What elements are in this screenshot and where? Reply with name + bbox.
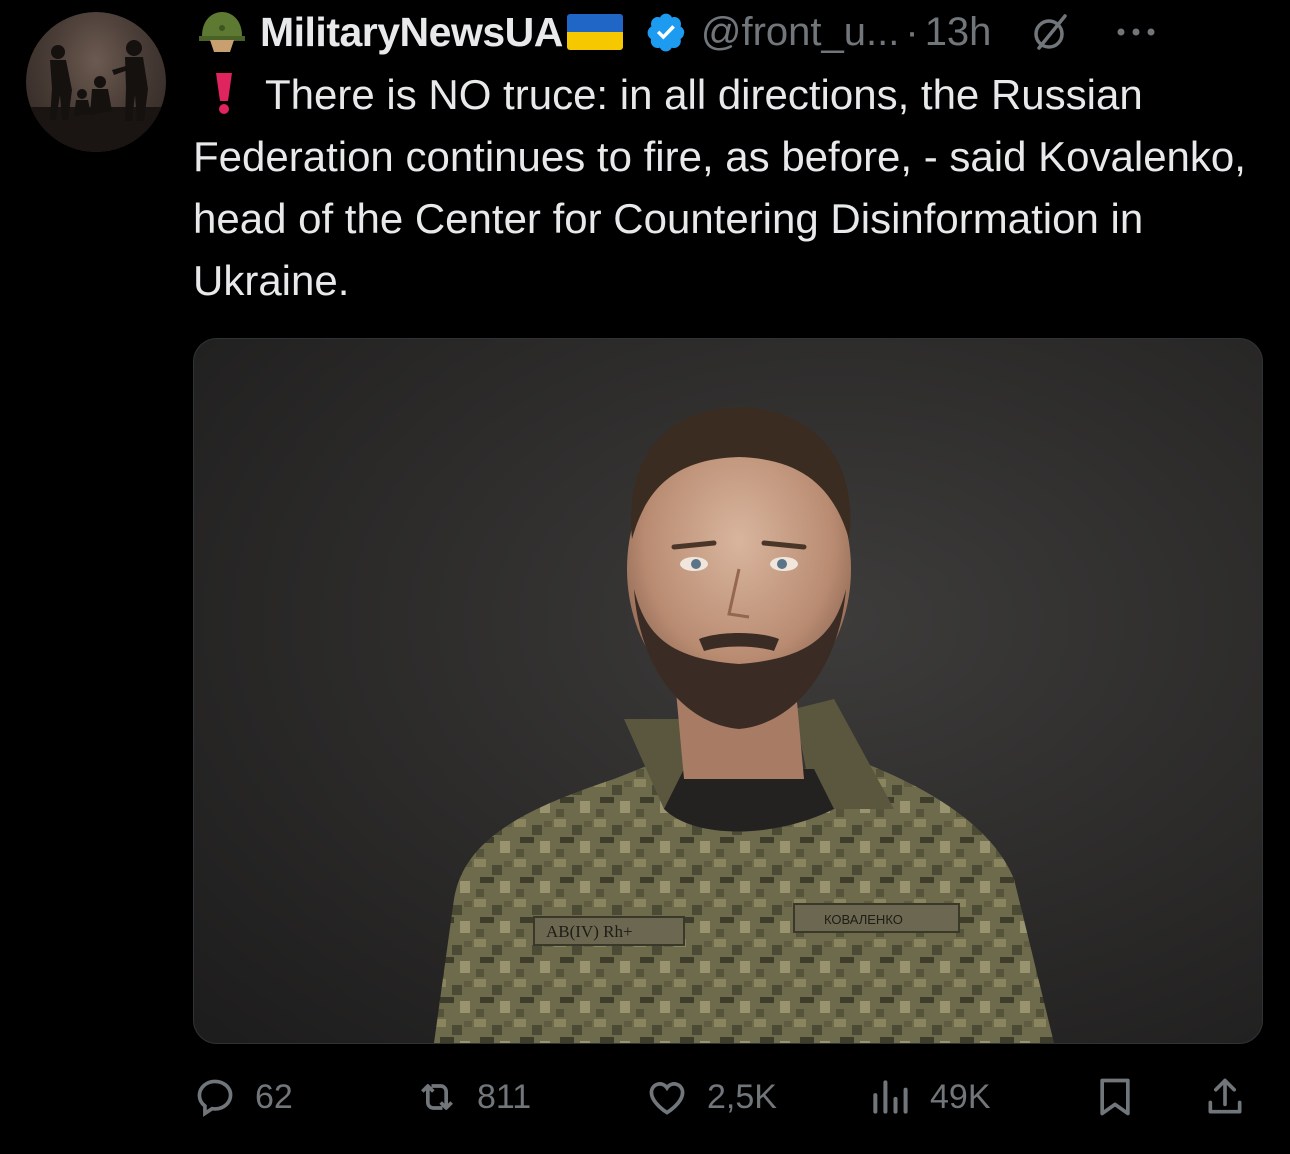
- reply-count: 62: [255, 1077, 293, 1116]
- views-count: 49K: [930, 1077, 991, 1116]
- tweet-actions-bar: 62 811 2,5K 49K: [193, 1070, 1263, 1124]
- portrait-photo: AB(IV) Rh+ КОВАЛЕНКО: [434, 407, 1054, 1043]
- repost-icon: [421, 1084, 453, 1110]
- reply-icon: [197, 1079, 233, 1117]
- like-button[interactable]: 2,5K: [645, 1070, 777, 1124]
- military-helmet-emoji: [199, 12, 245, 52]
- share-button[interactable]: [1203, 1070, 1247, 1124]
- reply-button[interactable]: 62: [193, 1070, 293, 1124]
- red-exclamation-emoji: [216, 73, 232, 114]
- tweet-photo[interactable]: AB(IV) Rh+ КОВАЛЕНКО: [193, 338, 1263, 1044]
- repost-count: 811: [477, 1077, 532, 1116]
- tweet-body: There is NO truce: in all directions, th…: [193, 71, 1246, 304]
- name-patch-text: КОВАЛЕНКО: [824, 912, 903, 927]
- like-count: 2,5K: [707, 1077, 777, 1116]
- heart-icon: [649, 1082, 685, 1115]
- handle[interactable]: @front_u...: [701, 10, 899, 55]
- verified-badge-icon: [647, 13, 685, 52]
- tweet-header: MilitaryNewsUA @front_u... · 13h: [196, 4, 1270, 60]
- views-button[interactable]: 49K: [868, 1070, 991, 1124]
- blood-type-patch-text: AB(IV) Rh+: [546, 922, 633, 941]
- avatar[interactable]: [26, 12, 166, 152]
- more-dots-icon[interactable]: [1113, 12, 1159, 52]
- share-icon: [1208, 1078, 1242, 1114]
- bookmark-icon: [1100, 1078, 1130, 1116]
- timestamp[interactable]: 13h: [925, 10, 992, 55]
- avatar-soldiers-silhouette: [26, 40, 166, 152]
- ukraine-flag-emoji: [566, 14, 623, 50]
- views-icon: [873, 1080, 908, 1114]
- separator-dot: ·: [905, 9, 919, 54]
- repost-button[interactable]: 811: [415, 1070, 531, 1124]
- tweet-text: There is NO truce: in all directions, th…: [193, 64, 1273, 312]
- bookmark-button[interactable]: [1093, 1070, 1137, 1124]
- display-name[interactable]: MilitaryNewsUA: [260, 9, 563, 56]
- grok-icon[interactable]: [1031, 12, 1071, 52]
